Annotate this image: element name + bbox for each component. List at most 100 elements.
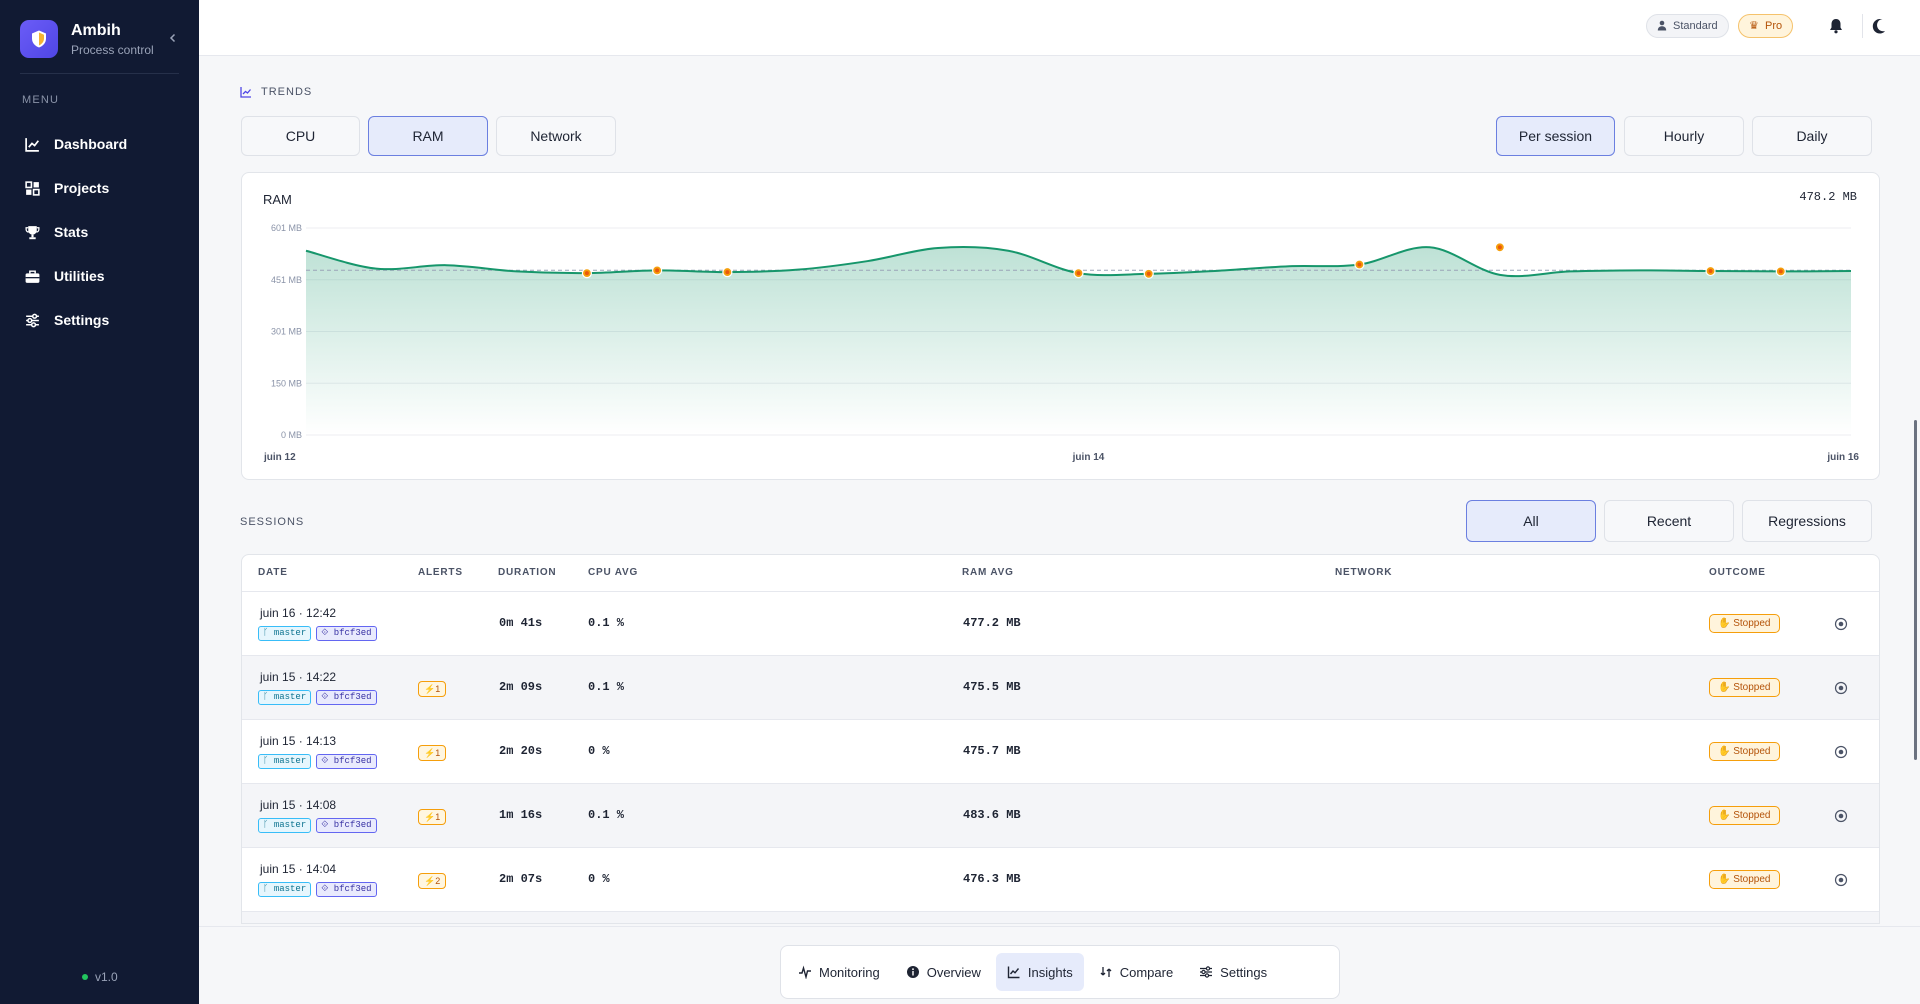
sidebar-item-dashboard[interactable]: Dashboard <box>0 122 199 166</box>
branch-tag: ᚴ master <box>258 690 312 705</box>
plan-standard-label: Standard <box>1673 20 1718 32</box>
session-cpu-avg: 0 % <box>588 744 610 758</box>
branch-tag: ᚴ master <box>258 882 312 897</box>
session-duration: 1m 16s <box>499 808 543 822</box>
sessions-table: DATE ALERTS DURATION CPU AVG RAM AVG NET… <box>241 554 1880 924</box>
alert-count: 1 <box>435 684 441 694</box>
collapse-sidebar-button[interactable] <box>163 28 183 48</box>
alert-count-badge[interactable]: ⚡1 <box>418 745 447 761</box>
bell-icon <box>1830 19 1842 34</box>
session-cpu-avg: 0.1 % <box>588 616 625 630</box>
bottom-dock: Monitoring Overview Insights Compare Set… <box>780 945 1340 999</box>
brand[interactable]: Ambih Process control <box>20 20 154 58</box>
theme-toggle-button[interactable] <box>1869 15 1891 37</box>
pulse-icon <box>799 965 811 979</box>
outcome-label: Stopped <box>1733 618 1771 629</box>
alert-point-core <box>1146 271 1151 276</box>
column-header-alerts[interactable]: ALERTS <box>418 567 463 578</box>
tab-ram[interactable]: RAM <box>368 116 488 156</box>
view-session-icon[interactable] <box>1834 681 1848 695</box>
alert-point-core <box>655 268 660 273</box>
sliders-icon <box>1200 966 1213 978</box>
toolbox-icon <box>25 269 40 283</box>
branch-tag: ᚴ master <box>258 818 312 833</box>
trends-label: TRENDS <box>261 86 313 98</box>
period-daily[interactable]: Daily <box>1752 116 1872 156</box>
shield-logo-icon <box>20 20 58 58</box>
dock-item-compare[interactable]: Compare <box>1088 953 1184 991</box>
page-scrollbar[interactable] <box>1914 420 1917 760</box>
sidebar-item-stats[interactable]: Stats <box>0 210 199 254</box>
dock-item-overview[interactable]: Overview <box>895 953 992 991</box>
plan-standard-chip[interactable]: Standard <box>1646 14 1729 38</box>
table-row[interactable]: juin 15 · 14:04 ᚴ master ⟐ bfcf3ed ⚡2 2m… <box>242 848 1879 912</box>
tab-cpu[interactable]: CPU <box>241 116 360 156</box>
sidebar: Ambih Process control MENU Dashboard Pro… <box>0 0 199 1004</box>
column-header-duration[interactable]: DURATION <box>498 567 556 578</box>
dock-item-settings[interactable]: Settings <box>1188 953 1278 991</box>
user-icon <box>1657 20 1667 31</box>
y-tick-label: 301 MB <box>271 327 302 337</box>
sidebar-divider <box>20 73 179 74</box>
table-row[interactable]: juin 15 · 14:08 ᚴ master ⟐ bfcf3ed ⚡1 1m… <box>242 784 1879 848</box>
sidebar-item-projects[interactable]: Projects <box>0 166 199 210</box>
alert-point-core <box>1708 269 1713 274</box>
chart-line-icon <box>240 87 251 98</box>
alert-point-core <box>1076 271 1081 276</box>
alert-count-badge[interactable]: ⚡2 <box>418 873 447 889</box>
session-date: juin 15 · 14:22 <box>260 670 337 684</box>
dock-item-label: Insights <box>1027 964 1073 980</box>
view-session-icon[interactable] <box>1834 809 1848 823</box>
column-header-ram-avg[interactable]: RAM AVG <box>962 567 1014 578</box>
alert-count-badge[interactable]: ⚡1 <box>418 809 447 825</box>
period-hourly[interactable]: Hourly <box>1624 116 1744 156</box>
menu-label: MENU <box>22 94 60 106</box>
view-session-icon[interactable] <box>1834 745 1848 759</box>
commit-tag: ⟐ bfcf3ed <box>316 818 377 833</box>
notifications-button[interactable] <box>1825 15 1847 37</box>
view-session-icon[interactable] <box>1834 617 1848 631</box>
app-name: Ambih <box>71 21 121 39</box>
filter-recent[interactable]: Recent <box>1604 500 1734 542</box>
session-duration: 0m 41s <box>499 616 543 630</box>
column-header-date[interactable]: DATE <box>258 567 288 578</box>
sidebar-item-label: Utilities <box>54 268 105 284</box>
dock-item-monitoring[interactable]: Monitoring <box>787 953 891 991</box>
sessions-label: SESSIONS <box>240 516 305 528</box>
plan-pro-chip[interactable]: ♛ Pro <box>1738 14 1794 38</box>
plan-pro-label: Pro <box>1765 20 1783 32</box>
version-indicator: v1.0 <box>82 970 118 984</box>
topbar-divider <box>1862 14 1863 38</box>
filter-all[interactable]: All <box>1466 500 1596 542</box>
branch-tag: ᚴ master <box>258 754 312 769</box>
session-date: juin 15 · 14:04 <box>260 862 337 876</box>
trends-section-label: TRENDS <box>240 86 312 98</box>
period-per-session[interactable]: Per session <box>1496 116 1615 156</box>
column-header-network[interactable]: NETWORK <box>1335 567 1392 578</box>
table-row[interactable]: juin 16 · 12:42 ᚴ master ⟐ bfcf3ed 0m 41… <box>242 592 1879 656</box>
outcome-badge: ✋ Stopped <box>1709 742 1780 761</box>
moon-icon <box>1872 19 1885 34</box>
dock-item-insights[interactable]: Insights <box>995 953 1084 991</box>
sidebar-item-settings[interactable]: Settings <box>0 298 199 342</box>
outcome-label: Stopped <box>1733 682 1771 693</box>
sidebar-item-label: Stats <box>54 224 89 240</box>
session-date: juin 15 · 14:13 <box>260 734 337 748</box>
tab-network[interactable]: Network <box>496 116 616 156</box>
projects-icon <box>25 180 40 196</box>
table-row[interactable]: juin 15 · 14:13 ᚴ master ⟐ bfcf3ed ⚡1 2m… <box>242 720 1879 784</box>
column-header-outcome[interactable]: OUTCOME <box>1709 567 1766 578</box>
alert-count-badge[interactable]: ⚡1 <box>418 681 447 697</box>
session-duration: 2m 09s <box>499 680 543 694</box>
sidebar-item-label: Dashboard <box>54 136 128 152</box>
table-row[interactable]: juin 15 · 14:22 ᚴ master ⟐ bfcf3ed ⚡1 2m… <box>242 656 1879 720</box>
view-session-icon[interactable] <box>1834 873 1848 887</box>
y-tick-label: 601 MB <box>271 223 302 233</box>
table-row[interactable] <box>242 912 1879 923</box>
sidebar-item-utilities[interactable]: Utilities <box>0 254 199 298</box>
filter-regressions[interactable]: Regressions <box>1742 500 1872 542</box>
outcome-badge: ✋ Stopped <box>1709 678 1780 697</box>
alert-count: 1 <box>435 748 441 758</box>
column-header-cpu-avg[interactable]: CPU AVG <box>588 567 638 578</box>
ram-area-chart[interactable]: 601 MB 451 MB 301 MB 150 MB 0 MB juin 12 juin … <box>242 173 1881 481</box>
